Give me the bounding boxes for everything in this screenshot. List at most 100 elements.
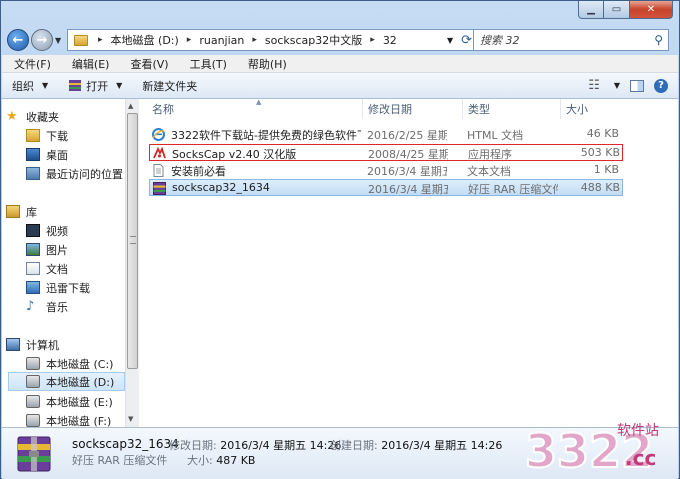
chevron-down-icon: ▼: [116, 81, 123, 90]
menu-edit[interactable]: 编辑(E): [60, 56, 119, 72]
column-header-type[interactable]: 类型: [462, 99, 560, 119]
sidebar-label: 库: [26, 205, 37, 219]
file-size: 1 KB: [593, 163, 619, 176]
file-date: 2016/3/4 星期五 ...: [368, 183, 448, 196]
downloads-folder-icon: [26, 129, 40, 142]
file-list: 名称 ▲ 修改日期 类型 大小 3322软件下载站-提供免费的绿色软件下... …: [146, 98, 678, 427]
chevron-right-icon[interactable]: ▸: [94, 35, 107, 45]
sidebar-item-videos[interactable]: 视频: [26, 221, 125, 240]
file-type: 好压 RAR 压缩文件: [468, 183, 558, 196]
search-box[interactable]: 搜索 32 ⚲: [473, 29, 669, 51]
file-name: sockscap32_1634: [172, 181, 270, 194]
sidebar-favorites[interactable]: ★ 收藏夹: [6, 107, 125, 126]
music-icon: ♪: [26, 299, 35, 314]
menu-file[interactable]: 文件(F): [2, 56, 60, 72]
column-header-name[interactable]: 名称 ▲: [152, 98, 362, 119]
navigation-pane: ★ 收藏夹 下载 桌面 最近访问的位置 库 视频 图片 文档 迅雷下载 ♪ 音乐…: [2, 99, 125, 427]
forward-button[interactable]: →: [31, 29, 53, 51]
sidebar-item-drive-c[interactable]: 本地磁盘 (C:): [26, 354, 125, 373]
help-icon[interactable]: ?: [654, 78, 668, 93]
breadcrumb-sockscap[interactable]: sockscap32中文版: [261, 32, 366, 48]
file-row[interactable]: SocksCap v2.40 汉化版 2008/4/25 星期... 应用程序 …: [149, 144, 623, 161]
sidebar-item-drive-f[interactable]: 本地磁盘 (F:): [26, 411, 125, 427]
sidebar-item-thunder-downloads[interactable]: 迅雷下载: [26, 278, 125, 297]
watermark-site: 软件站: [617, 423, 659, 439]
file-row-selected[interactable]: sockscap32_1634 2016/3/4 星期五 ... 好压 RAR …: [149, 179, 623, 196]
ie-icon: [152, 128, 165, 141]
sidebar-item-documents[interactable]: 文档: [26, 259, 125, 278]
details-value: 487 KB: [216, 454, 256, 467]
column-label: 大小: [566, 103, 588, 116]
scrollbar-thumb[interactable]: [127, 113, 138, 369]
menu-view[interactable]: 查看(V): [118, 56, 177, 72]
content-area: ★ 收藏夹 下载 桌面 最近访问的位置 库 视频 图片 文档 迅雷下载 ♪ 音乐…: [2, 98, 678, 427]
search-icon[interactable]: ⚲: [654, 33, 663, 47]
chevron-down-icon[interactable]: ▼: [614, 81, 620, 90]
sidebar-item-desktop[interactable]: 桌面: [26, 145, 125, 164]
view-options-icon[interactable]: ☷: [588, 78, 600, 93]
chevron-right-icon[interactable]: ▸: [183, 35, 196, 45]
navigation-pane-scrollbar[interactable]: ▲ ▼: [125, 99, 139, 427]
new-folder-button[interactable]: 新建文件夹: [132, 78, 207, 94]
sidebar-libraries[interactable]: 库: [6, 202, 125, 221]
documents-icon: [26, 262, 40, 275]
grip-icon: [130, 236, 136, 244]
breadcrumb-ruanjian[interactable]: ruanjian: [195, 34, 248, 47]
address-bar[interactable]: ▸ 本地磁盘 (D:) ▸ ruanjian ▸ sockscap32中文版 ▸…: [67, 29, 479, 51]
sidebar-label: 本地磁盘 (D:): [46, 375, 115, 389]
back-button[interactable]: ←: [7, 29, 29, 51]
navigation-bar: ← → ▼ ▸ 本地磁盘 (D:) ▸ ruanjian ▸ sockscap3…: [7, 27, 673, 53]
arrow-left-icon: ←: [12, 32, 24, 48]
window-controls: ▁ ▭ ✕: [578, 1, 673, 19]
open-label: 打开: [86, 79, 109, 93]
drive-icon: [26, 375, 40, 388]
column-header-size[interactable]: 大小: [560, 99, 622, 119]
open-button[interactable]: 打开 ▼: [58, 78, 132, 94]
app-icon: [153, 147, 166, 159]
details-label: 修改日期:: [169, 439, 217, 452]
details-type: 好压 RAR 压缩文件: [72, 454, 168, 467]
file-date: 2008/4/25 星期...: [368, 148, 448, 161]
sidebar-label: 最近访问的位置: [46, 167, 123, 181]
pictures-icon: [26, 243, 40, 256]
chevron-right-icon[interactable]: ▸: [366, 35, 379, 45]
sidebar-item-music[interactable]: ♪ 音乐: [26, 297, 125, 316]
file-size: 488 KB: [580, 181, 620, 194]
search-input[interactable]: 搜索 32: [480, 32, 520, 48]
explorer-window: ▁ ▭ ✕ ← → ▼ ▸ 本地磁盘 (D:) ▸ ruanjian ▸ soc…: [0, 0, 680, 479]
breadcrumb-drive-d[interactable]: 本地磁盘 (D:): [107, 32, 183, 48]
preview-pane-icon[interactable]: [630, 79, 644, 92]
close-button[interactable]: ✕: [630, 1, 673, 19]
details-label: 大小:: [187, 454, 213, 467]
organize-button[interactable]: 组织 ▼: [2, 78, 58, 94]
sidebar-item-pictures[interactable]: 图片: [26, 240, 125, 259]
scroll-down-icon[interactable]: ▼: [128, 415, 133, 423]
menu-help[interactable]: 帮助(H): [236, 56, 296, 72]
chevron-right-icon[interactable]: ▸: [248, 35, 261, 45]
breadcrumb-32[interactable]: 32: [379, 34, 401, 47]
sidebar-item-drive-d[interactable]: 本地磁盘 (D:): [8, 372, 125, 391]
rar-icon: [69, 80, 82, 91]
file-row[interactable]: 3322软件下载站-提供免费的绿色软件下... 2016/2/25 星期... …: [149, 126, 623, 143]
maximize-button[interactable]: ▭: [604, 1, 630, 19]
sidebar-item-recent-places[interactable]: 最近访问的位置: [26, 164, 125, 183]
sidebar-label: 迅雷下载: [46, 281, 90, 295]
sidebar-label: 收藏夹: [26, 110, 59, 124]
refresh-icon[interactable]: ⟳: [461, 33, 472, 48]
sidebar-label: 本地磁盘 (E:): [46, 395, 113, 409]
drive-icon: [26, 395, 40, 408]
sidebar-item-downloads[interactable]: 下载: [26, 126, 125, 145]
new-folder-label: 新建文件夹: [142, 79, 198, 93]
file-size: 46 KB: [586, 127, 619, 140]
file-row[interactable]: 安装前必看 2016/3/4 星期五 ... 文本文档 1 KB: [149, 162, 623, 179]
address-dropdown-icon[interactable]: ▼: [447, 36, 453, 45]
scroll-up-icon[interactable]: ▲: [128, 102, 133, 110]
minimize-button[interactable]: ▁: [578, 1, 604, 19]
details-value: 2016/3/4 星期五 14:26: [220, 439, 342, 452]
recent-pages-dropdown[interactable]: ▼: [55, 36, 65, 45]
sidebar-item-drive-e[interactable]: 本地磁盘 (E:): [26, 392, 125, 411]
sidebar-computer[interactable]: 计算机: [6, 335, 125, 354]
column-header-date[interactable]: 修改日期: [362, 99, 462, 119]
file-date: 2016/3/4 星期五 ...: [367, 165, 447, 178]
menu-tools[interactable]: 工具(T): [178, 56, 236, 72]
